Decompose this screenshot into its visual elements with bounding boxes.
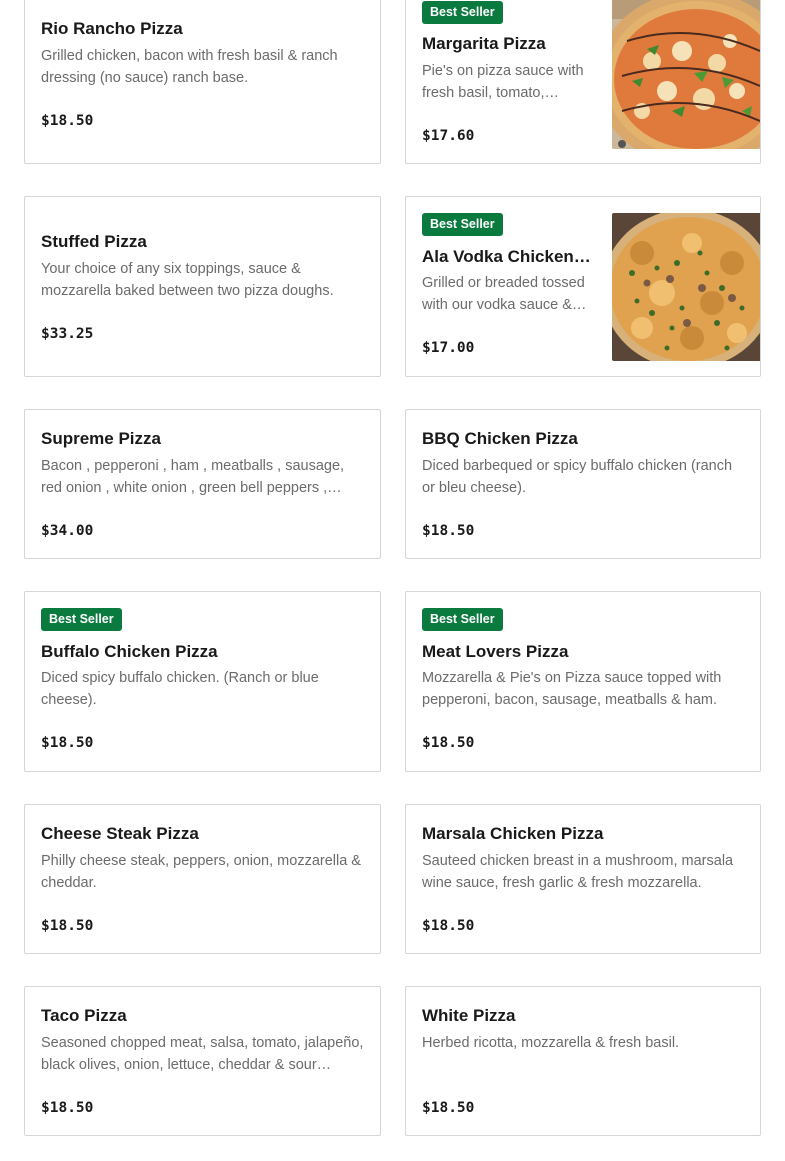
best-seller-badge: Best Seller [41, 608, 122, 631]
menu-item-card[interactable]: Best Seller Buffalo Chicken Pizza Diced … [24, 591, 381, 772]
margarita-pizza-image [612, 0, 760, 149]
item-title: Buffalo Chicken Pizza [41, 642, 218, 661]
item-description: Grilled chicken, bacon with fresh basil … [41, 48, 338, 86]
item-price: $17.00 [422, 340, 475, 356]
menu-item-card[interactable]: Stuffed Pizza Your choice of any six top… [24, 196, 381, 377]
item-price: $18.50 [41, 918, 94, 934]
menu-item-card[interactable]: White Pizza Herbed ricotta, mozzarella &… [405, 986, 761, 1136]
item-price: $17.60 [422, 128, 475, 144]
item-description: Diced barbequed or spicy buffalo chicken… [422, 458, 733, 496]
item-price: $18.50 [41, 1100, 94, 1116]
item-description: Sauteed chicken breast in a mushroom, ma… [422, 853, 734, 891]
item-description: Your choice of any six toppings, sauce &… [41, 261, 334, 299]
menu-item-card[interactable]: Best Seller Ala Vodka Chicken Pizza Gril… [405, 196, 761, 377]
item-description: Bacon , pepperoni , ham , meatballs , sa… [41, 458, 345, 496]
item-description: Pie's on pizza sauce with fresh basil, t… [422, 63, 584, 101]
item-price: $18.50 [422, 918, 475, 934]
item-title: Cheese Steak Pizza [41, 824, 199, 843]
menu-item-card[interactable]: Rio Rancho Pizza Grilled chicken, bacon … [24, 0, 381, 164]
item-price: $18.50 [422, 1100, 475, 1116]
item-description: Seasoned chopped meat, salsa, tomato, ja… [41, 1035, 364, 1073]
item-price: $18.50 [422, 735, 475, 751]
item-description: Diced spicy buffalo chicken. (Ranch or b… [41, 670, 319, 708]
menu-item-card[interactable]: Marsala Chicken Pizza Sauteed chicken br… [405, 804, 761, 954]
best-seller-badge: Best Seller [422, 608, 503, 631]
item-title: Rio Rancho Pizza [41, 19, 183, 38]
item-title: Taco Pizza [41, 1006, 127, 1025]
item-description: Mozzarella & Pie's on Pizza sauce topped… [422, 670, 722, 708]
item-price: $18.50 [41, 735, 94, 751]
menu-item-card[interactable]: Best Seller Margarita Pizza Pie's on piz… [405, 0, 761, 164]
item-title: Marsala Chicken Pizza [422, 824, 604, 843]
item-description: Herbed ricotta, mozzarella & fresh basil… [422, 1035, 680, 1051]
item-price: $18.50 [422, 523, 475, 539]
menu-item-card[interactable]: BBQ Chicken Pizza Diced barbequed or spi… [405, 409, 761, 559]
best-seller-badge: Best Seller [422, 213, 503, 236]
item-title: Stuffed Pizza [41, 232, 147, 251]
menu-item-card[interactable]: Best Seller Meat Lovers Pizza Mozzarella… [405, 591, 761, 772]
ala-vodka-chicken-pizza-image [612, 213, 760, 361]
menu-item-card[interactable]: Taco Pizza Seasoned chopped meat, salsa,… [24, 986, 381, 1136]
item-title: BBQ Chicken Pizza [422, 429, 578, 448]
item-title: Supreme Pizza [41, 429, 161, 448]
item-price: $33.25 [41, 326, 94, 342]
item-description: Grilled or breaded tossed with our vodka… [422, 275, 585, 313]
menu-item-card[interactable]: Supreme Pizza Bacon , pepperoni , ham , … [24, 409, 381, 559]
best-seller-badge: Best Seller [422, 1, 503, 24]
menu-item-card[interactable]: Cheese Steak Pizza Philly cheese steak, … [24, 804, 381, 954]
item-title: Margarita Pizza [422, 34, 546, 53]
item-title: Ala Vodka Chicken Pizza [422, 247, 595, 266]
item-title: White Pizza [422, 1006, 516, 1025]
item-price: $34.00 [41, 523, 94, 539]
item-price: $18.50 [41, 113, 94, 129]
item-title: Meat Lovers Pizza [422, 642, 569, 661]
item-description: Philly cheese steak, peppers, onion, moz… [41, 853, 361, 891]
